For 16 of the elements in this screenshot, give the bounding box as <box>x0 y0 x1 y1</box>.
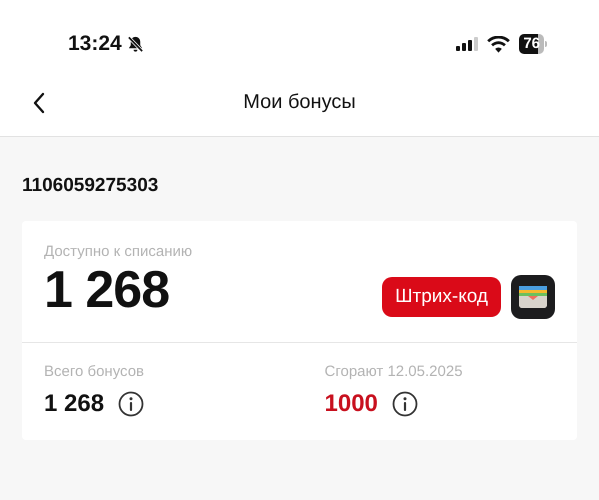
card-number: 1106059275303 <box>22 175 160 197</box>
stat-value: 1 268 <box>44 390 104 418</box>
wallet-icon[interactable] <box>511 275 555 319</box>
available-label: Доступно к списанию <box>44 243 194 260</box>
stat-label: Сгорают 12.05.2025 <box>324 363 464 380</box>
signal-icon <box>456 37 478 51</box>
wifi-icon <box>487 36 510 52</box>
available-amount: 1 268 <box>44 260 170 320</box>
info-icon[interactable] <box>118 391 144 417</box>
info-icon[interactable] <box>392 391 418 417</box>
stat-label: Всего бонусов <box>44 363 146 380</box>
screen-title: Мои бонусы <box>243 90 356 114</box>
stat-value: 1000 <box>324 390 378 418</box>
barcode-button[interactable]: Штрих-код <box>382 277 501 317</box>
back-icon[interactable] <box>33 92 45 114</box>
status-time: 13:24 <box>68 32 122 56</box>
